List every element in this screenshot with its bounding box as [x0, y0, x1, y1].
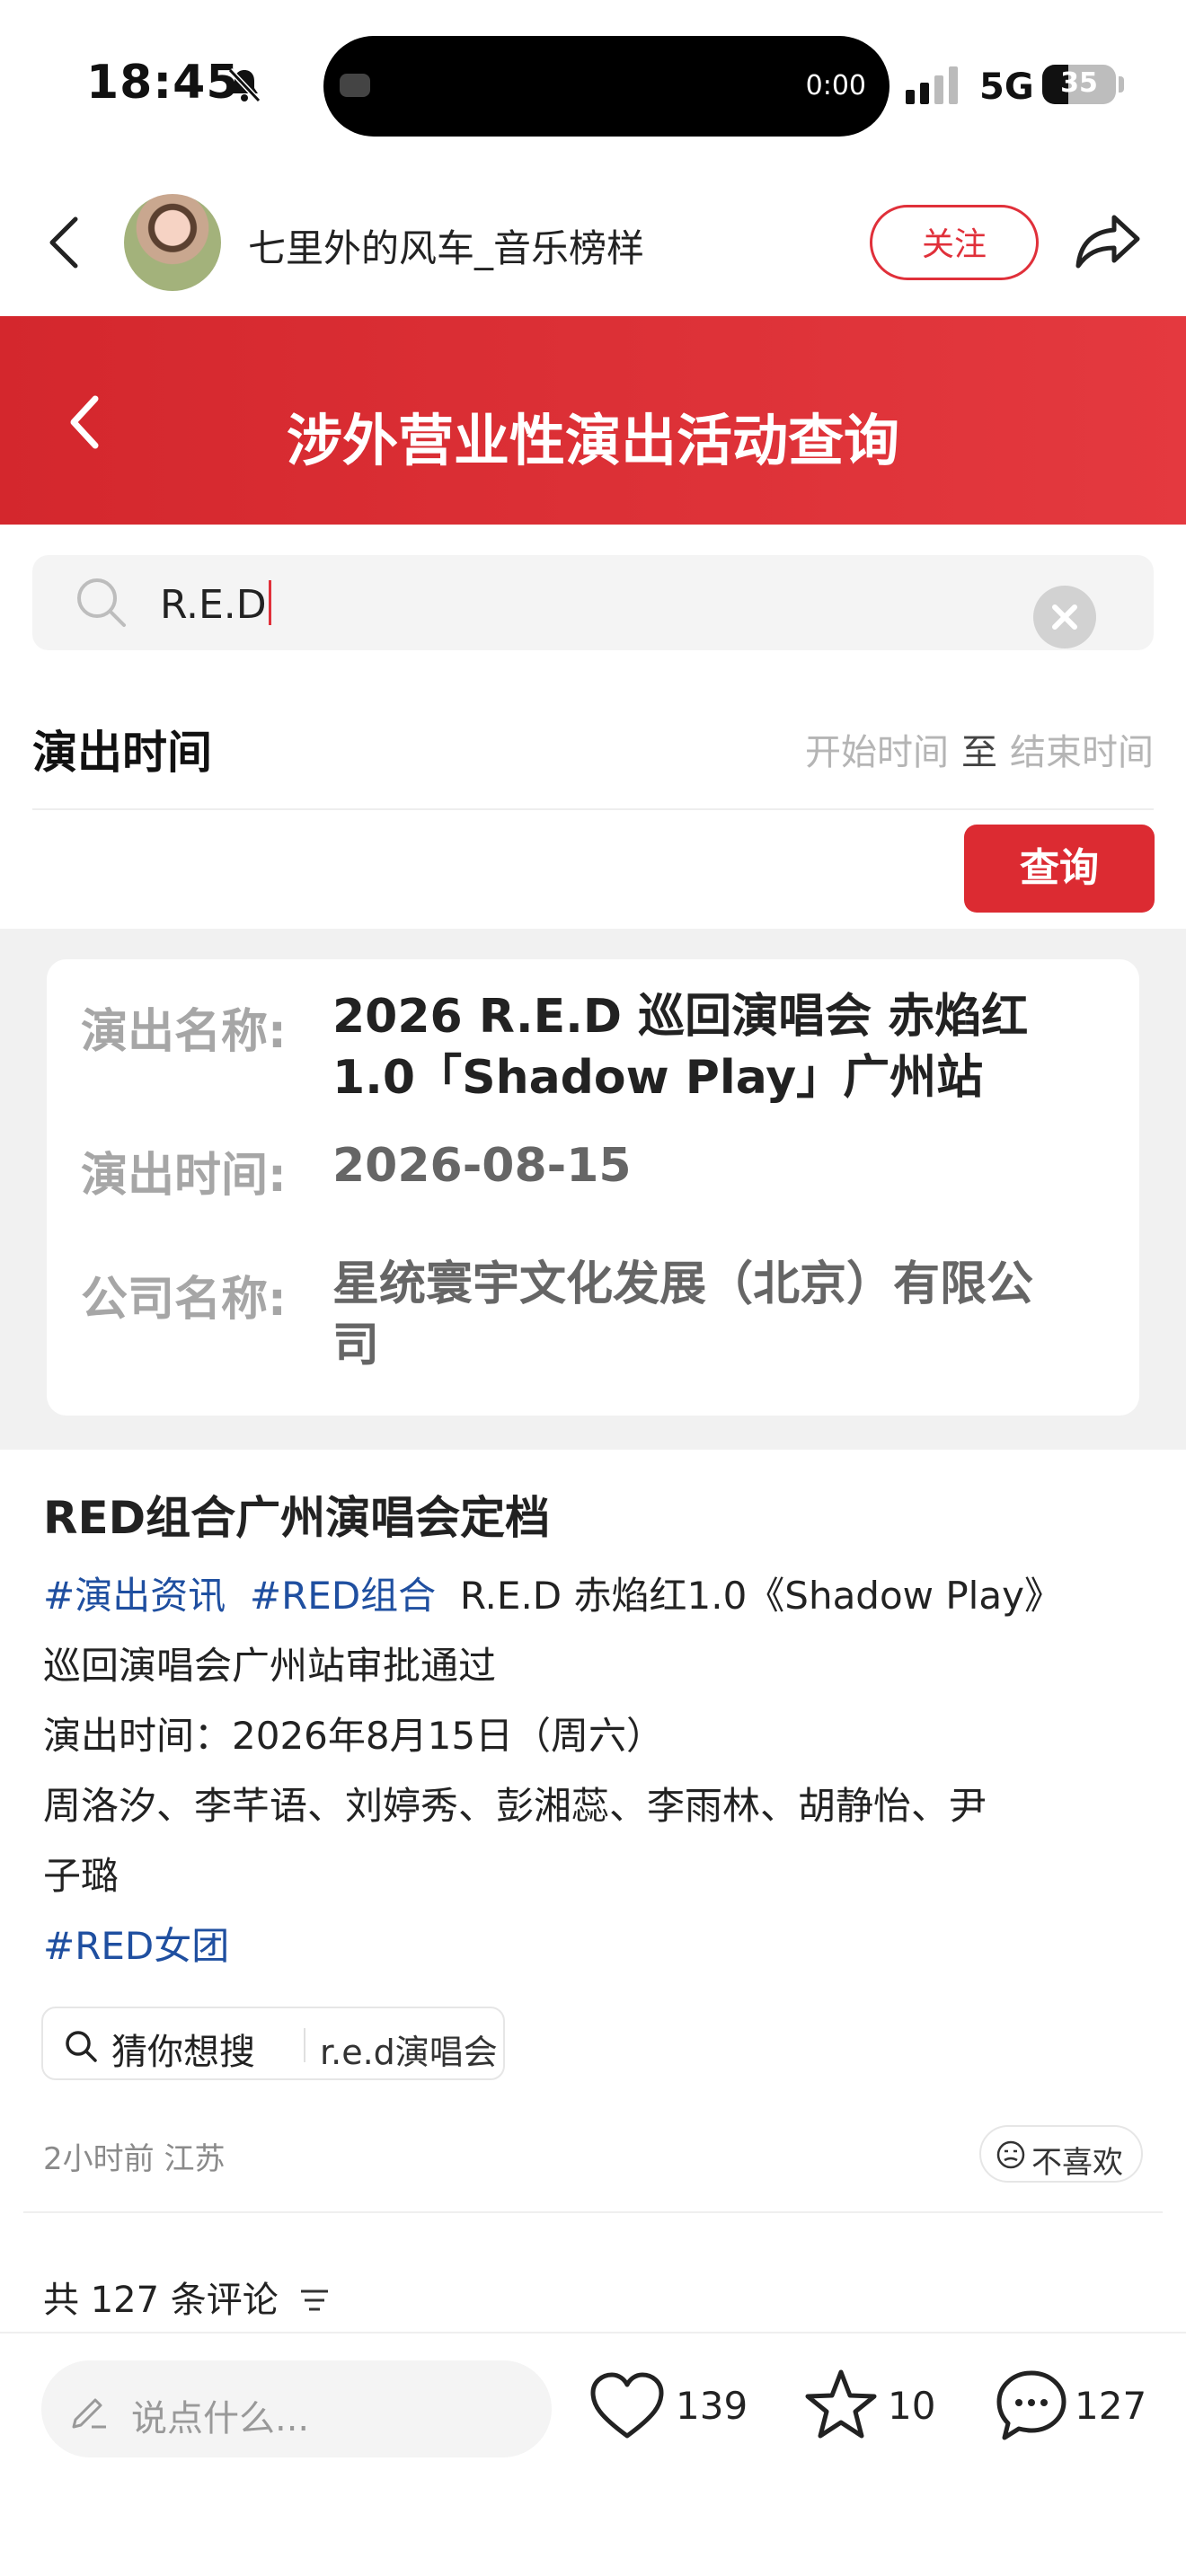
banner-title: 涉外营业性演出活动查询	[286, 408, 899, 473]
post-meta: 2小时前 江苏	[43, 2141, 226, 2177]
media-icon	[340, 74, 370, 97]
battery-icon: 35	[1042, 65, 1116, 104]
divider	[32, 808, 1154, 810]
comments-header[interactable]: 共 127 条评论	[43, 2271, 330, 2323]
dislike-button[interactable]: 不喜欢	[979, 2125, 1143, 2183]
search-suggestion-chip[interactable]: 猜你想搜 r.e.d演唱会	[41, 2007, 505, 2080]
search-icon	[74, 575, 129, 631]
post-line-4: 周洛汐、李芊语、刘婷秀、彭湘蕊、李雨林、胡静怡、尹	[43, 1784, 987, 1828]
avatar[interactable]	[124, 194, 221, 291]
follow-button[interactable]: 关注	[870, 205, 1039, 280]
dislike-face-icon	[996, 2139, 1026, 2170]
hashtag-link[interactable]: #RED女团	[43, 1924, 229, 1968]
show-name-value-line2: 1.0「Shadow Play」广州站	[332, 1051, 984, 1105]
share-icon[interactable]	[1075, 212, 1141, 269]
like-count: 139	[676, 2384, 748, 2428]
show-date-label: 演出时间:	[81, 1149, 287, 1203]
page-banner: 涉外营业性演出活动查询	[0, 316, 1186, 525]
suggestion-prefix: 猜你想搜	[111, 2032, 255, 2073]
comment-input[interactable]: 说点什么...	[41, 2360, 552, 2457]
search-value: R.E.D	[160, 580, 271, 628]
hashtag-link[interactable]: #演出资讯	[43, 1574, 226, 1618]
comment-placeholder: 说点什么...	[131, 2398, 310, 2439]
show-date-value: 2026-08-15	[332, 1139, 632, 1193]
dynamic-island: 0:00	[323, 36, 890, 137]
network-type: 5G	[979, 66, 1034, 108]
suggestion-query: r.e.d演唱会	[320, 2033, 498, 2072]
company-label: 公司名称:	[81, 1273, 287, 1327]
query-button[interactable]: 查询	[964, 825, 1155, 913]
post-line-1: #演出资讯 #RED组合 R.E.D 赤焰红1.0《Shadow Play》	[43, 1574, 1062, 1618]
favorite-count: 10	[888, 2384, 936, 2428]
battery-tip	[1119, 76, 1124, 93]
date-range: 开始时间至结束时间	[805, 723, 1154, 775]
end-date-field[interactable]: 结束时间	[1010, 732, 1154, 773]
post-line-2: 巡回演唱会广州站审批通过	[43, 1644, 497, 1688]
filter-icon[interactable]	[299, 2287, 330, 2314]
comment-icon[interactable]	[994, 2368, 1069, 2443]
divider	[23, 2211, 1163, 2213]
show-name-label: 演出名称:	[81, 1005, 287, 1059]
post-line-3: 演出时间：2026年8月15日（周六）	[43, 1714, 665, 1758]
post-line-5: 子璐	[43, 1854, 119, 1898]
show-name-value-line1: 2026 R.E.D 巡回演唱会 赤焰红	[332, 990, 1029, 1044]
post-title: RED组合广州演唱会定档	[43, 1492, 551, 1544]
date-separator: 至	[961, 732, 997, 773]
hashtag-link[interactable]: #RED组合	[250, 1574, 436, 1618]
notification-off-icon	[225, 65, 264, 104]
dislike-label: 不喜欢	[1031, 2145, 1123, 2181]
divider	[304, 2028, 305, 2062]
signal-icon	[906, 66, 963, 104]
start-date-field[interactable]: 开始时间	[805, 732, 949, 773]
pencil-icon	[68, 2387, 111, 2430]
company-value-line2: 司	[332, 1319, 380, 1372]
status-time: 18:45	[86, 56, 240, 110]
battery-level: 35	[1060, 67, 1098, 99]
post-body: #演出资讯 #RED组合 R.E.D 赤焰红1.0《Shadow Play》 巡…	[43, 1561, 1148, 1981]
company-value-line1: 星统寰宇文化发展（北京）有限公	[332, 1257, 1034, 1311]
divider	[0, 2332, 1186, 2333]
comment-count: 127	[1075, 2384, 1147, 2428]
island-timer: 0:00	[805, 70, 866, 101]
search-icon	[63, 2028, 99, 2064]
search-input[interactable]: R.E.D	[32, 555, 1154, 650]
clear-icon[interactable]	[1033, 586, 1096, 648]
result-card[interactable]: 演出名称: 2026 R.E.D 巡回演唱会 赤焰红 1.0「Shadow Pl…	[47, 959, 1139, 1416]
date-filter-label: 演出时间	[32, 727, 212, 779]
back-icon[interactable]	[45, 214, 84, 271]
heart-icon[interactable]	[589, 2371, 665, 2443]
star-icon[interactable]	[803, 2368, 879, 2441]
author-name[interactable]: 七里外的风车_音乐榜样	[248, 218, 644, 273]
